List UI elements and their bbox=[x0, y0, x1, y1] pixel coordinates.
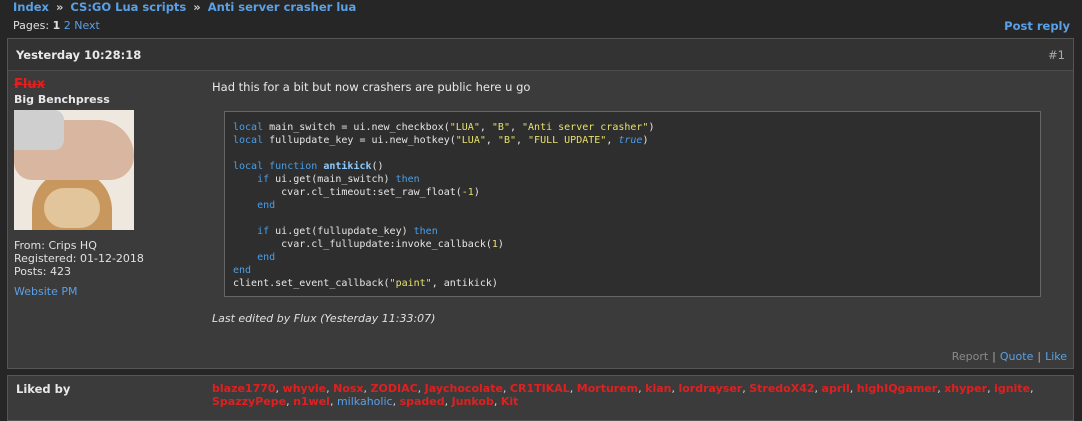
liked-by-separator: , bbox=[417, 382, 425, 395]
liked-by-user[interactable]: Kit bbox=[501, 395, 519, 408]
post: Yesterday 10:28:18 #1 Flux Big Benchpres… bbox=[7, 38, 1074, 369]
liked-by-user[interactable]: xhyper bbox=[944, 382, 987, 395]
post-number[interactable]: #1 bbox=[1048, 48, 1065, 62]
post-body: Had this for a bit but now crashers are … bbox=[212, 80, 1052, 325]
liked-by-user[interactable]: Junkob bbox=[452, 395, 494, 408]
liked-by-separator: , bbox=[286, 395, 294, 408]
page-link-2[interactable]: 2 bbox=[64, 19, 71, 32]
author-links: Website PM bbox=[14, 285, 194, 298]
code-line: client.set_event_callback("paint", antik… bbox=[233, 278, 498, 289]
code-line: if ui.get(main_switch) then bbox=[257, 174, 420, 185]
liked-by-user[interactable]: CR1TIKAL bbox=[510, 382, 570, 395]
breadcrumb-topic[interactable]: Anti server crasher lua bbox=[208, 0, 356, 14]
code-line: local fullupdate_key = ui.new_hotkey("LU… bbox=[233, 135, 649, 146]
liked-by-user[interactable]: Nosx bbox=[333, 382, 363, 395]
avatar bbox=[14, 110, 134, 230]
liked-by-separator: , bbox=[392, 395, 400, 408]
liked-by-separator: , bbox=[1030, 382, 1034, 395]
liked-by-user[interactable]: Morturem bbox=[577, 382, 638, 395]
liked-by-user[interactable]: ignite bbox=[994, 382, 1030, 395]
breadcrumb: Index » CS:GO Lua scripts » Anti server … bbox=[13, 0, 356, 14]
liked-by-label: Liked by bbox=[16, 382, 71, 396]
liked-by-user[interactable]: Jaychocolate bbox=[425, 382, 503, 395]
liked-by-separator: , bbox=[363, 382, 371, 395]
quote-link[interactable]: Quote bbox=[1000, 350, 1033, 363]
author-pm-link[interactable]: PM bbox=[61, 285, 77, 298]
post-author: Flux Big Benchpress From: Crips HQ Regis… bbox=[14, 77, 194, 298]
code-line: if ui.get(fullupdate_key) then bbox=[257, 226, 438, 237]
breadcrumb-separator: » bbox=[55, 0, 64, 14]
code-line: cvar.cl_timeout:set_raw_float(-1) bbox=[233, 187, 480, 198]
code-line: end bbox=[233, 265, 252, 276]
liked-by-user[interactable]: SpazzyPepe bbox=[212, 395, 286, 408]
liked-by-user[interactable]: april bbox=[822, 382, 850, 395]
liked-by-separator: , bbox=[569, 382, 577, 395]
breadcrumb-index[interactable]: Index bbox=[13, 0, 49, 14]
liked-by-separator: , bbox=[987, 382, 995, 395]
liked-by-separator: , bbox=[814, 382, 822, 395]
post-message: Had this for a bit but now crashers are … bbox=[212, 80, 531, 94]
liked-by-list: blaze1770, whyvie, Nosx, ZODIAC, Jaychoc… bbox=[212, 382, 1062, 408]
pages-label: Pages: bbox=[13, 19, 50, 32]
author-title: Big Benchpress bbox=[14, 93, 110, 106]
post-reply-link[interactable]: Post reply bbox=[1004, 19, 1070, 33]
code-block: local main_switch = ui.new_checkbox("LUA… bbox=[224, 111, 1041, 297]
author-website-link[interactable]: Website bbox=[14, 285, 58, 298]
code-line: end bbox=[257, 200, 276, 211]
breadcrumb-separator: » bbox=[193, 0, 201, 14]
author-from: From: Crips HQ bbox=[14, 239, 97, 252]
liked-by-separator: , bbox=[329, 395, 337, 408]
liked-by-user[interactable]: whyvie bbox=[283, 382, 327, 395]
breadcrumb-forum[interactable]: CS:GO Lua scripts bbox=[70, 0, 186, 14]
post-header: Yesterday 10:28:18 #1 bbox=[8, 39, 1073, 71]
edited-note: Last edited by Flux (Yesterday 11:33:07) bbox=[212, 312, 436, 325]
code-line: end bbox=[257, 252, 276, 263]
liked-by-user[interactable]: blaze1770 bbox=[212, 382, 276, 395]
like-link[interactable]: Like bbox=[1045, 350, 1067, 363]
code-line: local function antikick() bbox=[233, 161, 384, 172]
liked-by-panel: Liked by blaze1770, whyvie, Nosx, ZODIAC… bbox=[7, 375, 1074, 421]
code-line: local main_switch = ui.new_checkbox("LUA… bbox=[233, 122, 655, 133]
page-current: 1 bbox=[52, 19, 61, 32]
liked-by-user[interactable]: highIQgamer bbox=[857, 382, 937, 395]
liked-by-separator: , bbox=[275, 382, 283, 395]
author-info: From: Crips HQ Registered: 01-12-2018 Po… bbox=[14, 239, 194, 278]
liked-by-user[interactable]: lordrayser bbox=[678, 382, 742, 395]
post-actions: Report | Quote | Like bbox=[951, 350, 1067, 363]
liked-by-user[interactable]: ZODIAC bbox=[371, 382, 418, 395]
liked-by-user[interactable]: StredoX42 bbox=[749, 382, 814, 395]
liked-by-user[interactable]: kian bbox=[645, 382, 671, 395]
liked-by-separator: , bbox=[849, 382, 857, 395]
author-name[interactable]: Flux bbox=[14, 77, 194, 92]
page-next-link[interactable]: Next bbox=[74, 19, 100, 32]
liked-by-user[interactable]: n1wel bbox=[293, 395, 330, 408]
post-date[interactable]: Yesterday 10:28:18 bbox=[16, 48, 141, 62]
liked-by-user[interactable]: milkaholic bbox=[337, 395, 393, 408]
author-registered: Registered: 01-12-2018 bbox=[14, 252, 144, 265]
code-line: cvar.cl_fullupdate:invoke_callback(1) bbox=[233, 239, 504, 250]
liked-by-user[interactable]: spaded bbox=[400, 395, 445, 408]
liked-by-separator: , bbox=[493, 395, 501, 408]
liked-by-separator: , bbox=[444, 395, 452, 408]
pagination: Pages: 1 2 Next bbox=[13, 19, 100, 32]
report-link[interactable]: Report bbox=[952, 350, 988, 363]
author-posts: Posts: 423 bbox=[14, 265, 71, 278]
liked-by-separator: , bbox=[502, 382, 510, 395]
